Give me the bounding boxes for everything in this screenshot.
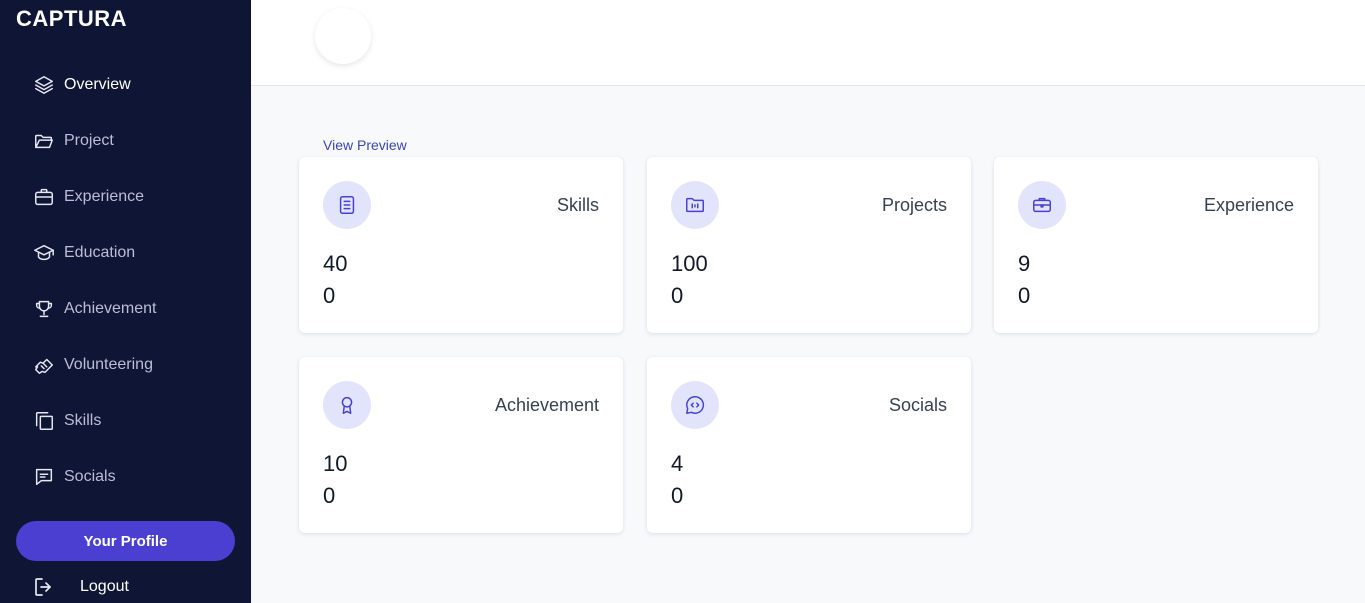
sidebar-item-project[interactable]: Project <box>0 113 251 169</box>
sidebar: CAPTURA Overview Project Experience Educ… <box>0 0 251 603</box>
sidebar-item-label: Volunteering <box>64 356 153 373</box>
card-count: 9 <box>1018 251 1031 276</box>
briefcase-icon <box>32 185 56 209</box>
card-sub-count: 0 <box>671 283 684 308</box>
sidebar-item-education[interactable]: Education <box>0 225 251 281</box>
avatar[interactable] <box>315 8 371 64</box>
card-title: Projects <box>881 195 947 215</box>
sidebar-item-achievement[interactable]: Achievement <box>0 281 251 337</box>
sidebar-item-label: Skills <box>64 412 102 429</box>
card-sub-count: 0 <box>323 483 336 508</box>
top-bar <box>251 0 1365 86</box>
stat-card-socials: Socials 4 0 <box>647 357 971 533</box>
card-count: 4 <box>671 451 684 476</box>
brand-logo: CAPTURA <box>16 6 128 31</box>
card-sub-count: 0 <box>1018 283 1031 308</box>
sidebar-item-socials[interactable]: Socials <box>0 449 251 505</box>
sidebar-nav: Overview Project Experience Education Ac… <box>0 57 251 505</box>
stat-card-achievement: Achievement 10 0 <box>299 357 623 533</box>
graduation-cap-icon <box>32 241 56 265</box>
card-title: Skills <box>556 195 599 215</box>
sidebar-item-volunteering[interactable]: Volunteering <box>0 337 251 393</box>
sidebar-item-label: Experience <box>64 188 145 205</box>
sidebar-item-overview[interactable]: Overview <box>0 57 251 113</box>
card-sub-count: 0 <box>323 283 336 308</box>
card-title: Achievement <box>494 395 599 415</box>
folder-icon <box>32 129 56 153</box>
logout-button[interactable]: Logout <box>32 575 129 599</box>
sidebar-item-label: Project <box>64 132 114 149</box>
handshake-icon <box>32 353 56 377</box>
sidebar-item-experience[interactable]: Experience <box>0 169 251 225</box>
card-title: Socials <box>888 395 947 415</box>
sidebar-item-label: Socials <box>64 468 116 485</box>
sidebar-item-label: Achievement <box>64 300 157 317</box>
card-count: 100 <box>671 251 708 276</box>
logout-label: Logout <box>80 578 129 595</box>
award-icon <box>323 381 371 429</box>
chat-icon <box>32 465 56 489</box>
stat-card-experience: Experience 9 0 <box>994 157 1318 333</box>
copy-icon <box>32 409 56 433</box>
briefcase-icon <box>1018 181 1066 229</box>
card-title: Experience <box>1203 195 1294 215</box>
card-sub-count: 0 <box>671 483 684 508</box>
stat-card-projects: Projects 100 0 <box>647 157 971 333</box>
sidebar-item-label: Overview <box>64 76 131 93</box>
folder-code-icon <box>671 181 719 229</box>
chat-code-icon <box>671 381 719 429</box>
sidebar-item-label: Education <box>64 244 136 261</box>
logout-icon <box>35 578 51 596</box>
view-preview-link[interactable]: View Preview <box>323 137 407 153</box>
book-icon <box>323 181 371 229</box>
card-count: 40 <box>323 251 348 276</box>
layers-icon <box>32 73 56 97</box>
trophy-icon <box>32 297 56 321</box>
card-count: 10 <box>323 451 348 476</box>
sidebar-item-skills[interactable]: Skills <box>0 393 251 449</box>
stat-card-skills: Skills 40 0 <box>299 157 623 333</box>
your-profile-button[interactable]: Your Profile <box>16 521 235 561</box>
